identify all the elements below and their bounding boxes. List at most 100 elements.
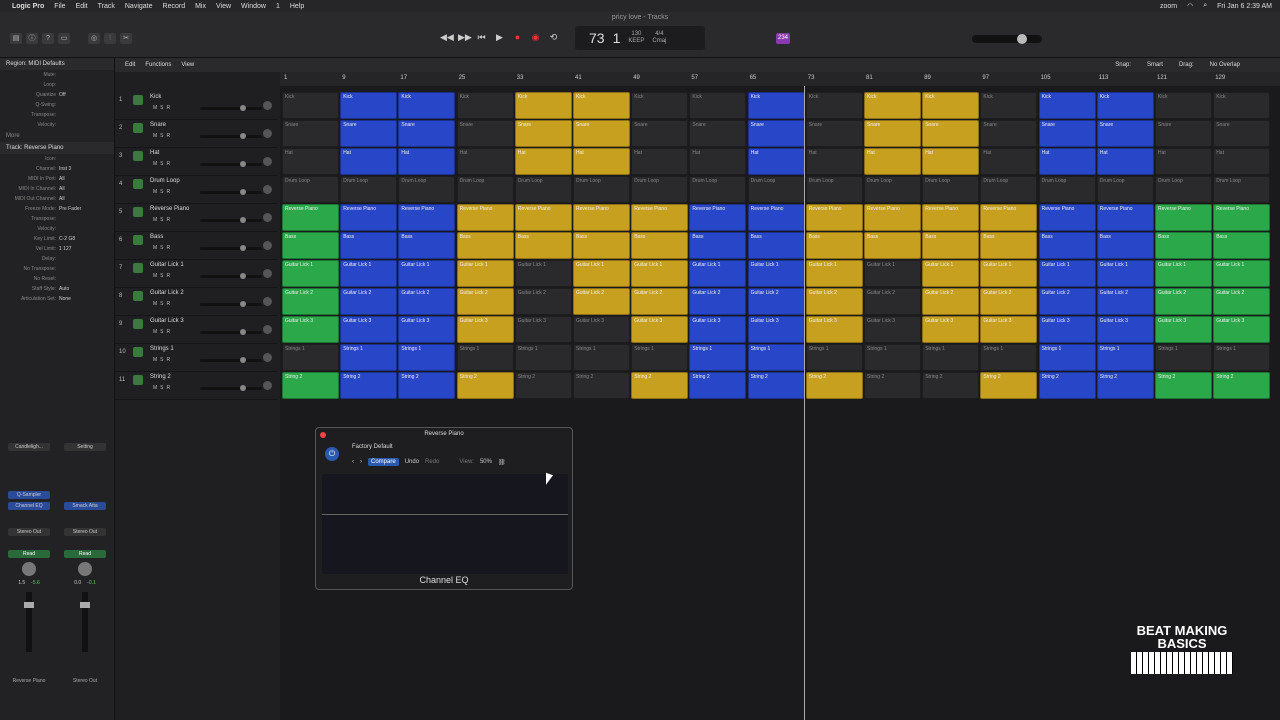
track-volume-slider[interactable] (200, 245, 262, 251)
region[interactable]: Strings 1 (747, 344, 805, 371)
record-enable-button[interactable]: R (167, 385, 171, 391)
track-name[interactable]: Kick (150, 94, 161, 100)
track-pan-knob[interactable] (263, 297, 272, 306)
region[interactable]: Guitar Lick 1 (864, 260, 921, 287)
region[interactable]: Reverse Piano (573, 204, 630, 231)
region[interactable]: Guitar Lick 3 (689, 316, 747, 343)
track-volume-slider[interactable] (200, 385, 262, 391)
region[interactable]: Drum Loop (631, 176, 689, 203)
track-param-row[interactable]: Velocity: (0, 224, 114, 234)
region[interactable]: Guitar Lick 3 (1213, 316, 1271, 343)
region[interactable]: Hat (805, 148, 863, 175)
region[interactable]: Strings 1 (631, 344, 689, 371)
track-volume-knob[interactable] (240, 133, 246, 139)
region[interactable]: Hat (747, 148, 805, 175)
region[interactable]: Drum Loop (1213, 176, 1271, 203)
quick-help-button[interactable]: ? (42, 33, 54, 44)
eq-display[interactable] (322, 474, 568, 574)
track-name[interactable]: Reverse Piano (150, 206, 189, 212)
region-param-row[interactable]: Loop: (0, 80, 114, 90)
region[interactable]: Hat (456, 148, 514, 175)
region[interactable]: Strings 1 (864, 344, 921, 371)
region[interactable]: Reverse Piano (514, 204, 572, 231)
region[interactable]: Guitar Lick 2 (689, 288, 747, 315)
next-preset-icon[interactable]: › (360, 459, 362, 465)
region[interactable]: Reverse Piano (864, 204, 921, 231)
region[interactable]: Drum Loop (689, 176, 747, 203)
more-toggle[interactable]: More (0, 130, 114, 142)
region[interactable]: Kick (747, 92, 805, 119)
menu-mix[interactable]: Mix (190, 3, 211, 10)
region[interactable]: Guitar Lick 3 (980, 316, 1038, 343)
track-header[interactable]: 4 Drum Loop M S R (115, 176, 278, 204)
automation-mode-2[interactable]: Read (64, 550, 106, 558)
track-pan-knob[interactable] (263, 381, 272, 390)
regions-area[interactable]: Kick Kick Kick Kick Kick Kick Kick Kick Kick Kick… (280, 88, 1280, 399)
track-pan-knob[interactable] (263, 101, 272, 110)
track-pan-knob[interactable] (263, 241, 272, 250)
region-inspector-header[interactable]: Region: MIDI Defaults (0, 58, 114, 70)
region[interactable]: Hat (1155, 148, 1212, 175)
region[interactable]: Bass (1213, 232, 1271, 259)
region[interactable]: Drum Loop (573, 176, 630, 203)
region[interactable]: Bass (747, 232, 805, 259)
region[interactable]: String 2 (456, 372, 514, 399)
region[interactable]: Guitar Lick 2 (980, 288, 1038, 315)
region[interactable]: Guitar Lick 2 (398, 288, 456, 315)
region[interactable]: String 2 (282, 372, 339, 399)
region[interactable]: String 2 (805, 372, 863, 399)
region[interactable]: Guitar Lick 1 (1096, 260, 1154, 287)
region[interactable]: Snare (340, 120, 398, 147)
region[interactable]: Drum Loop (922, 176, 980, 203)
region[interactable]: Strings 1 (1155, 344, 1212, 371)
region[interactable]: String 2 (398, 372, 456, 399)
editors-button[interactable]: ✂ (120, 33, 132, 44)
region[interactable]: Guitar Lick 1 (1038, 260, 1096, 287)
region[interactable]: Kick (1155, 92, 1212, 119)
track-header[interactable]: 1 Kick M S R (115, 92, 278, 120)
region[interactable]: Drum Loop (1038, 176, 1096, 203)
region[interactable]: Kick (282, 92, 339, 119)
region[interactable]: Strings 1 (980, 344, 1038, 371)
region[interactable]: Hat (631, 148, 689, 175)
audio-fx-slot[interactable]: Channel EQ (8, 502, 50, 510)
region[interactable]: Strings 1 (398, 344, 456, 371)
region[interactable]: String 2 (1213, 372, 1271, 399)
menu-1[interactable]: 1 (271, 3, 285, 10)
region[interactable]: Hat (282, 148, 339, 175)
region[interactable]: String 2 (864, 372, 921, 399)
track-param-row[interactable]: MIDI In Channel: All (0, 184, 114, 194)
record-enable-button[interactable]: R (167, 301, 171, 307)
region[interactable]: Guitar Lick 2 (573, 288, 630, 315)
track-param-value[interactable]: 1 127 (59, 246, 72, 252)
record-enable-button[interactable]: R (167, 357, 171, 363)
track-name[interactable]: Drum Loop (150, 178, 180, 184)
solo-button[interactable]: S (160, 301, 163, 307)
region[interactable]: Bass (282, 232, 339, 259)
track-pan-knob[interactable] (263, 353, 272, 362)
region[interactable]: Guitar Lick 3 (747, 316, 805, 343)
track-volume-knob[interactable] (240, 189, 246, 195)
region[interactable]: Kick (864, 92, 921, 119)
track-pan-knob[interactable] (263, 213, 272, 222)
region[interactable]: Guitar Lick 3 (1096, 316, 1154, 343)
mute-button[interactable]: M (153, 357, 157, 363)
region[interactable]: Snare (631, 120, 689, 147)
track-param-value[interactable]: Auto (59, 286, 69, 292)
region[interactable]: Drum Loop (340, 176, 398, 203)
track-header[interactable]: 2 Snare M S R (115, 120, 278, 148)
close-icon[interactable] (320, 432, 326, 438)
region[interactable]: String 2 (747, 372, 805, 399)
region[interactable]: Guitar Lick 3 (631, 316, 689, 343)
track-param-value[interactable]: None (59, 296, 71, 302)
region[interactable]: String 2 (573, 372, 630, 399)
track-volume-slider[interactable] (200, 273, 262, 279)
toolbar-button[interactable]: ▭ (58, 33, 70, 44)
region[interactable]: Snare (1038, 120, 1096, 147)
region[interactable]: Snare (573, 120, 630, 147)
link-icon[interactable]: ⛓ (498, 459, 506, 466)
region[interactable]: String 2 (631, 372, 689, 399)
region[interactable]: String 2 (340, 372, 398, 399)
region[interactable]: Guitar Lick 1 (980, 260, 1038, 287)
region[interactable]: Hat (1038, 148, 1096, 175)
